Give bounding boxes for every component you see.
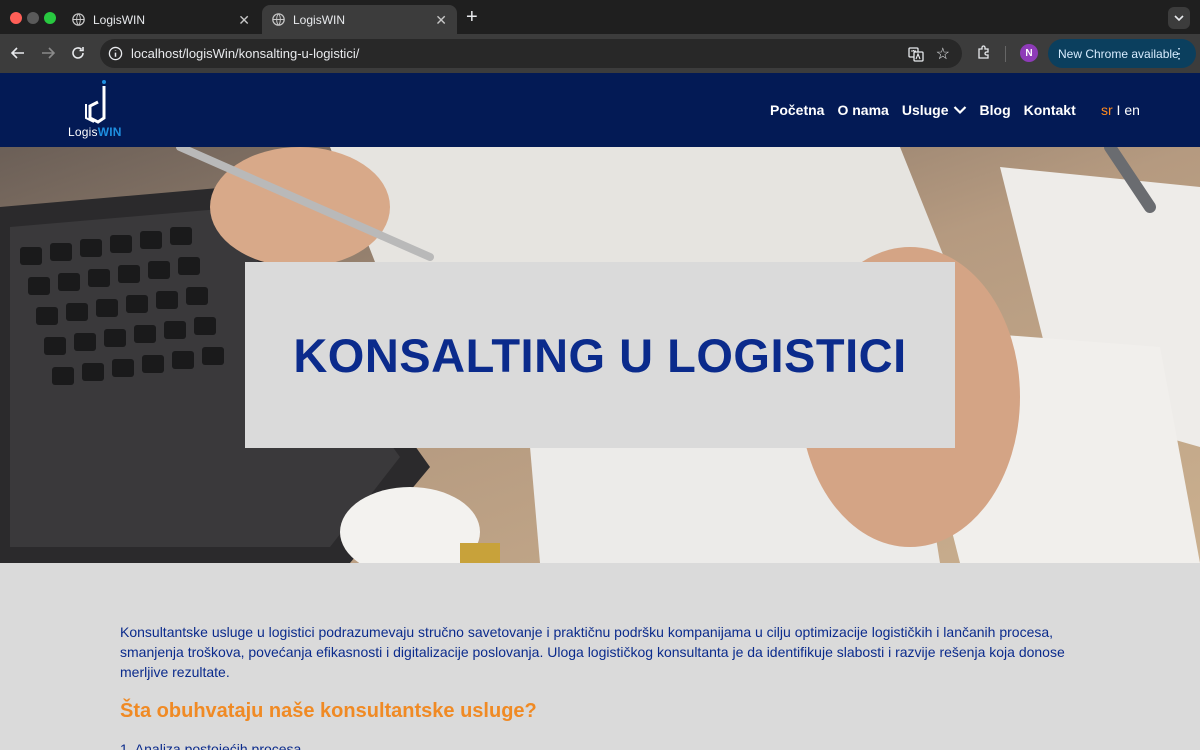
- minimize-window-button[interactable]: [27, 12, 39, 24]
- nav-usluge-label: Usluge: [901, 102, 949, 118]
- arrow-right-icon: [42, 47, 55, 59]
- bookmark-star-icon[interactable]: ☆: [936, 44, 950, 64]
- maximize-window-button[interactable]: [44, 12, 56, 24]
- more-options-icon[interactable]: ⋮: [1172, 45, 1186, 62]
- profile-avatar[interactable]: N: [1020, 44, 1038, 62]
- services-list: 1. Analiza postojećih procesa: [120, 741, 1085, 750]
- reload-button[interactable]: [68, 43, 88, 63]
- nav-link-blog[interactable]: Blog: [980, 102, 1011, 118]
- logo-text-main: Logis: [68, 125, 98, 139]
- new-tab-button[interactable]: +: [466, 7, 478, 27]
- lang-sr-link[interactable]: sr: [1101, 102, 1113, 118]
- tab-title: LogisWIN: [293, 12, 346, 27]
- forward-button[interactable]: [38, 43, 58, 63]
- reload-icon: [72, 47, 84, 59]
- extensions-icon[interactable]: [976, 45, 992, 61]
- close-tab-icon[interactable]: ✕: [238, 13, 250, 27]
- lang-en-link[interactable]: en: [1124, 102, 1140, 118]
- close-window-button[interactable]: [10, 12, 22, 24]
- back-button[interactable]: [8, 43, 28, 63]
- list-item: 1. Analiza postojećih procesa: [120, 741, 302, 750]
- close-tab-icon[interactable]: ✕: [435, 13, 447, 27]
- chrome-update-button[interactable]: New Chrome available ⋮: [1048, 39, 1196, 68]
- globe-icon: [72, 13, 85, 26]
- intro-paragraph: Konsultantske usluge u logistici podrazu…: [120, 624, 1065, 680]
- update-label: New Chrome available: [1058, 46, 1179, 61]
- main-content: Konsultantske usluge u logistici podrazu…: [120, 622, 1085, 750]
- hero-title-box: KONSALTING U LOGISTICI: [245, 262, 955, 448]
- language-switcher: sr I en: [1101, 102, 1140, 118]
- url-text[interactable]: localhost/logisWin/konsalting-u-logistic…: [131, 46, 359, 61]
- browser-tab-1[interactable]: LogisWIN ✕: [62, 5, 260, 34]
- main-navigation: Početna O nama Usluge Blog Kontakt: [770, 102, 1089, 118]
- tab-title: LogisWIN: [93, 12, 146, 27]
- lang-separator: I: [1112, 102, 1125, 118]
- browser-toolbar: localhost/logisWin/konsalting-u-logistic…: [0, 34, 1200, 73]
- browser-tab-2-active[interactable]: LogisWIN ✕: [262, 5, 457, 34]
- toolbar-divider: [1005, 46, 1006, 62]
- browser-tab-bar: LogisWIN ✕ LogisWIN ✕ +: [0, 0, 1200, 34]
- tab-search-button[interactable]: [1168, 7, 1190, 29]
- logo-text-accent: WIN: [97, 125, 122, 139]
- hero-title: KONSALTING U LOGISTICI: [293, 328, 907, 382]
- hero-banner: KONSALTING U LOGISTICI: [0, 147, 1200, 563]
- address-bar[interactable]: localhost/logisWin/konsalting-u-logistic…: [100, 39, 962, 68]
- globe-icon: [272, 13, 285, 26]
- arrow-left-icon: [11, 47, 24, 59]
- logo-wordmark[interactable]: LogisWIN: [68, 125, 122, 139]
- nav-link-usluge[interactable]: Usluge: [902, 102, 967, 118]
- url-path: /logisWin/konsalting-u-logistici/: [182, 46, 360, 61]
- url-host: localhost: [131, 46, 183, 61]
- site-header: LogisWIN Početna O nama Usluge Blog Kont…: [0, 73, 1200, 147]
- chevron-down-icon: [953, 106, 966, 115]
- nav-link-kontakt[interactable]: Kontakt: [1024, 102, 1076, 118]
- site-info-icon[interactable]: [108, 46, 123, 61]
- services-heading: Šta obuhvataju naše konsultantske usluge…: [120, 700, 537, 722]
- chevron-down-icon: [1174, 14, 1184, 21]
- translate-icon[interactable]: [908, 46, 924, 62]
- nav-link-pocetna[interactable]: Početna: [770, 102, 824, 118]
- nav-link-o-nama[interactable]: O nama: [837, 102, 888, 118]
